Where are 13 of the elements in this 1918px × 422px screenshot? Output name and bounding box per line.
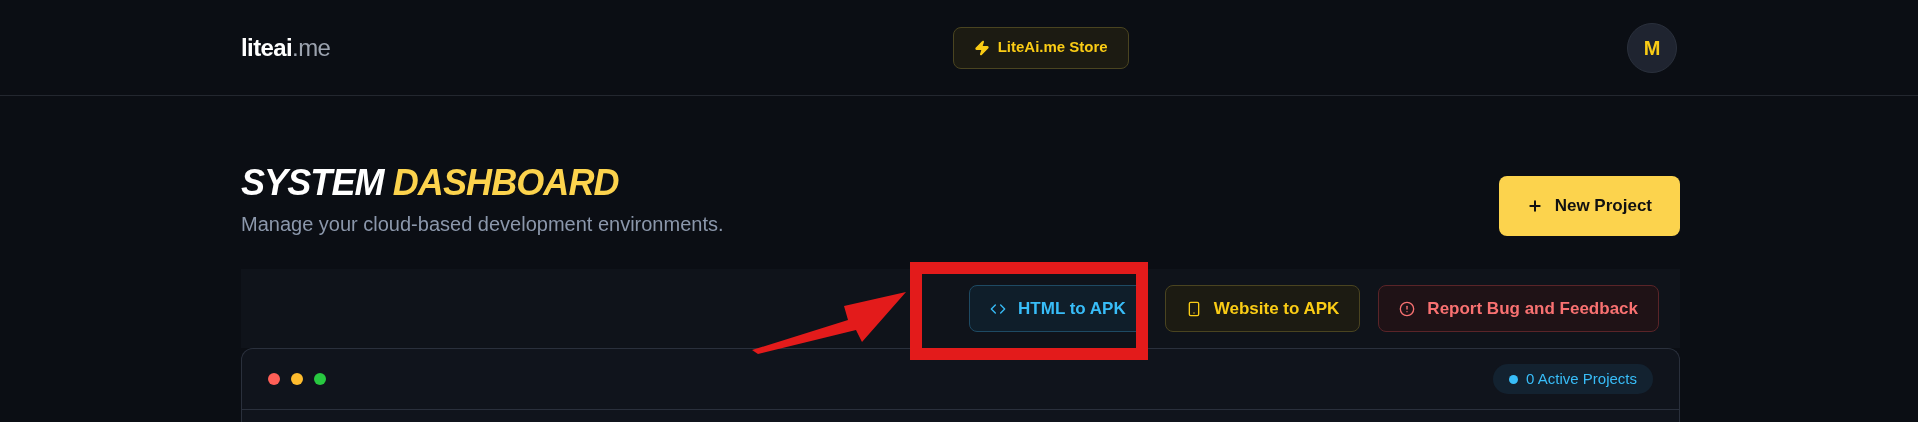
window-controls-drawing	[268, 373, 326, 385]
page-title: SYSTEM DASHBOARD	[241, 161, 620, 205]
tool-button[interactable]: Website to APK	[1164, 285, 1361, 332]
plus-icon	[1526, 197, 1543, 214]
avatar[interactable]: M	[1627, 22, 1677, 73]
store-button[interactable]: LiteAi.me Store	[952, 26, 1129, 69]
active-projects-badge: 0 Active Projects	[1493, 364, 1653, 394]
logo[interactable]: liteai.me	[241, 29, 331, 66]
new-project-button[interactable]: New Project	[1498, 175, 1680, 236]
alert-icon	[1399, 300, 1416, 317]
tool-button[interactable]: Report Bug and Feedback	[1378, 285, 1659, 332]
lightning-icon	[973, 39, 990, 56]
page-subtitle: Manage your cloud-based development environments.	[241, 212, 724, 237]
